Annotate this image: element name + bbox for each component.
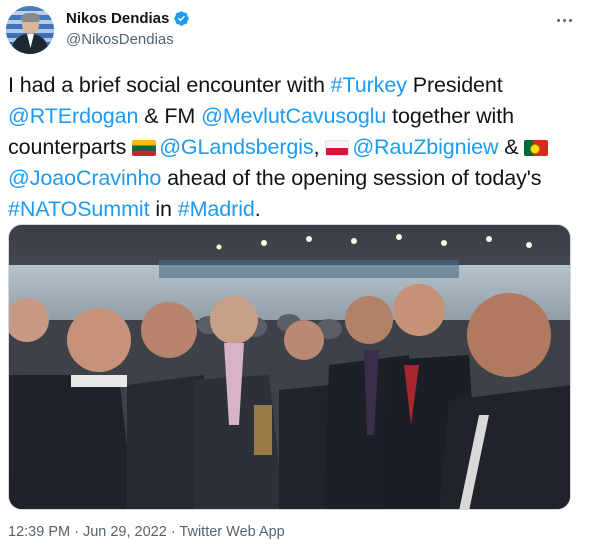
tweet-text: I had a brief social encounter with #Tur… <box>8 70 583 225</box>
poland-flag-icon <box>325 140 350 156</box>
author-display-name[interactable]: Nikos Dendias <box>66 10 169 27</box>
more-dot <box>562 18 566 22</box>
mention-glandsbergis[interactable]: @GLandsbergis <box>159 135 313 159</box>
verified-badge-icon <box>174 11 190 26</box>
hashtag-natosummit[interactable]: #NATOSummit <box>8 197 150 221</box>
more-options-button[interactable] <box>552 10 576 30</box>
tweet-text-segment: President <box>406 73 503 97</box>
tweet-text-segment: I had a brief social encounter with <box>8 73 331 97</box>
author-handle[interactable]: @NikosDendias <box>66 31 174 48</box>
tweet-text-segment: & FM <box>138 104 202 128</box>
author-name-row: Nikos Dendias <box>66 10 190 27</box>
mention-rauzbigniew[interactable]: @RauZbigniew <box>352 135 498 159</box>
portugal-flag-icon <box>524 140 549 156</box>
mention-joaocravinho[interactable]: @JoaoCravinho <box>8 166 161 190</box>
hashtag-madrid[interactable]: #Madrid <box>178 197 255 221</box>
photo-illustration <box>9 225 570 509</box>
mention-mevlutcavusoglu[interactable]: @MevlutCavusoglu <box>201 104 386 128</box>
tweet-text-segment: ahead of the opening session of today's <box>161 166 542 190</box>
hashtag-turkey[interactable]: #Turkey <box>331 73 407 97</box>
more-dot <box>568 18 572 22</box>
tweet-text-segment: , <box>313 135 326 159</box>
tweet-card: Nikos Dendias @NikosDendias I had a brie… <box>0 0 591 547</box>
more-dot <box>556 18 560 22</box>
tweet-timestamp[interactable]: 12:39 PM · Jun 29, 2022 · Twitter Web Ap… <box>8 524 285 540</box>
lithuania-flag-icon <box>132 140 157 156</box>
tweet-photo[interactable] <box>8 224 571 510</box>
avatar[interactable] <box>6 6 54 54</box>
tweet-text-segment: . <box>254 197 261 221</box>
mention-rterdogan[interactable]: @RTErdogan <box>8 104 138 128</box>
tweet-text-segment: in <box>149 197 178 221</box>
tweet-text-segment: & <box>498 135 525 159</box>
